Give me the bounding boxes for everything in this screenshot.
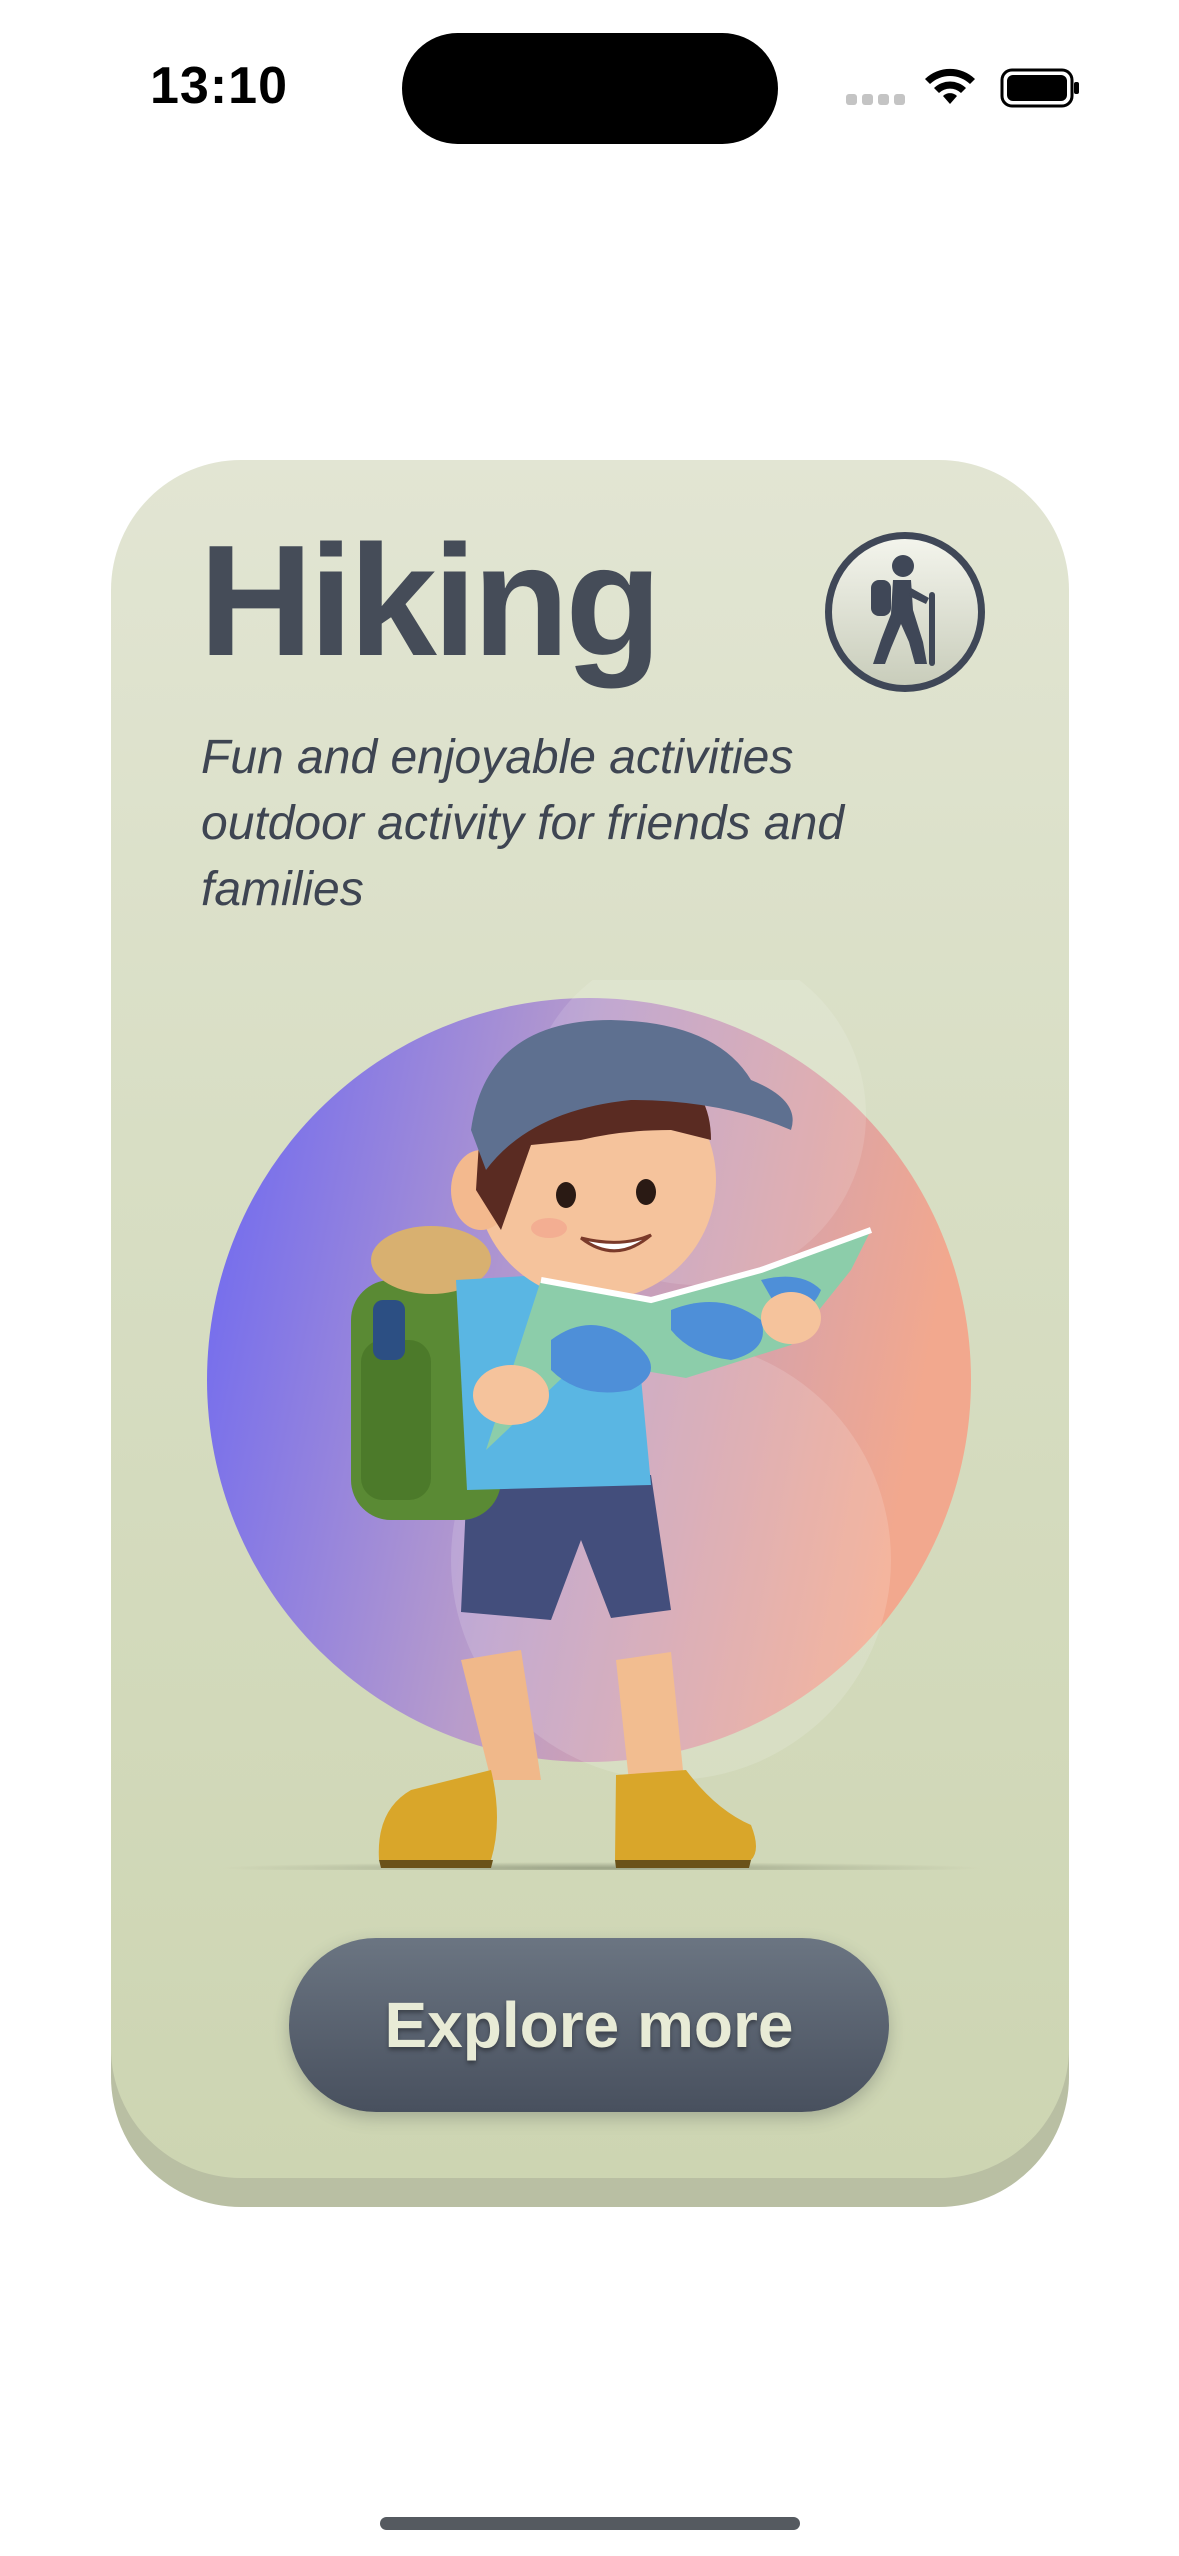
battery-icon <box>1000 68 1079 108</box>
card-subtitle: Fun and enjoyable activities outdoor act… <box>201 731 845 916</box>
hiking-card: Hiking Fun and enjoyable activities outd… <box>111 460 1069 2178</box>
status-time: 13:10 <box>150 57 288 115</box>
status-bar: 13:10 <box>0 0 1179 180</box>
hiker-icon <box>825 532 985 692</box>
boy-hiker-with-map-illustration <box>207 980 981 1870</box>
explore-more-button[interactable]: Explore more <box>289 1938 889 2112</box>
dynamic-island <box>402 33 778 144</box>
card-title: Hiking <box>199 513 662 689</box>
cellular-signal-icon <box>846 94 906 106</box>
home-indicator[interactable] <box>380 2517 800 2530</box>
wifi-icon <box>925 68 975 104</box>
